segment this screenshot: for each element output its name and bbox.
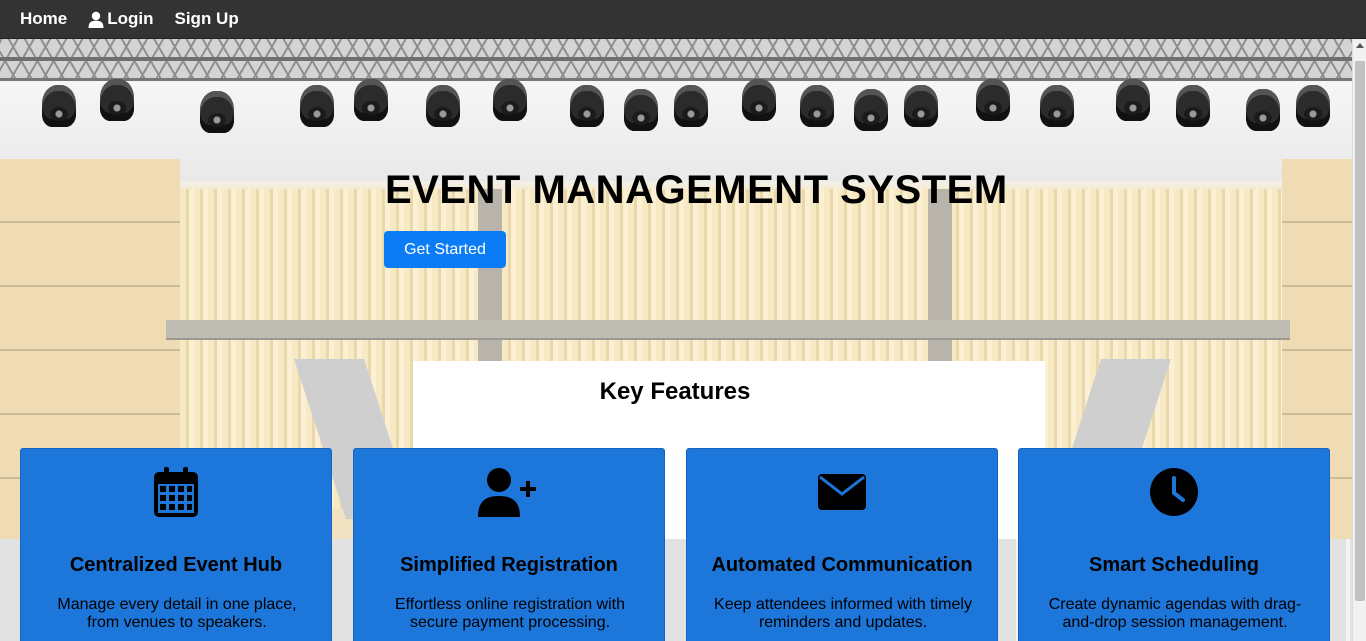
calendar-icon [21, 467, 331, 521]
feature-description: Effortless online registration with secu… [394, 596, 626, 631]
stage-light [674, 85, 708, 127]
scroll-up-icon[interactable] [1356, 43, 1364, 48]
stage-light [1246, 89, 1280, 131]
stage-light [742, 79, 776, 121]
feature-description: Manage every detail in one place, from v… [57, 596, 297, 631]
stage-light [493, 79, 527, 121]
stage-light [1176, 85, 1210, 127]
user-icon [88, 11, 104, 28]
page-scrollbar[interactable] [1352, 39, 1366, 641]
clock-icon [1019, 467, 1329, 521]
nav-login-link[interactable]: Login [88, 9, 154, 29]
feature-title: Smart Scheduling [1088, 554, 1260, 576]
stage-light [1040, 85, 1074, 127]
add-user-icon [354, 467, 664, 521]
stage-light [200, 91, 234, 133]
feature-description: Create dynamic agendas with drag-and-dro… [1048, 596, 1302, 631]
feature-card-event-hub: Centralized Event Hub Manage every detai… [20, 448, 332, 641]
get-started-button[interactable]: Get Started [384, 231, 506, 268]
truss-bar [0, 57, 1352, 61]
feature-card-communication: Automated Communication Keep attendees i… [686, 448, 998, 641]
nav-home-label: Home [20, 9, 68, 28]
stage-light [800, 85, 834, 127]
stage-beam [166, 320, 1290, 338]
envelope-icon [687, 467, 997, 521]
feature-card-registration: Simplified Registration Effortless onlin… [353, 448, 665, 641]
feature-description: Keep attendees informed with timely remi… [714, 596, 972, 631]
nav-login-label: Login [107, 9, 154, 28]
stage-light [570, 85, 604, 127]
stage-light [904, 85, 938, 127]
feature-title: Simplified Registration [400, 554, 618, 576]
stage-light [1296, 85, 1330, 127]
nav-home-link[interactable]: Home [20, 9, 67, 29]
stage-light [1116, 79, 1150, 121]
nav-signup-label: Sign Up [174, 9, 239, 28]
stage-light [624, 89, 658, 131]
top-navbar: Home Login Sign Up [0, 0, 1366, 39]
scroll-thumb[interactable] [1355, 61, 1365, 601]
stage-light [976, 79, 1010, 121]
stage-light [300, 85, 334, 127]
stage-light [354, 79, 388, 121]
feature-title: Automated Communication [711, 554, 973, 576]
feature-card-scheduling: Smart Scheduling Create dynamic agendas … [1018, 448, 1330, 641]
stage-light [100, 79, 134, 121]
features-heading: Key Features [599, 378, 751, 405]
feature-title: Centralized Event Hub [69, 554, 283, 576]
stage-light [854, 89, 888, 131]
nav-signup-link[interactable]: Sign Up [175, 9, 239, 29]
stage-light [42, 85, 76, 127]
page-title: EVENT MANAGEMENT SYSTEM [385, 168, 1008, 212]
stage-light [426, 85, 460, 127]
